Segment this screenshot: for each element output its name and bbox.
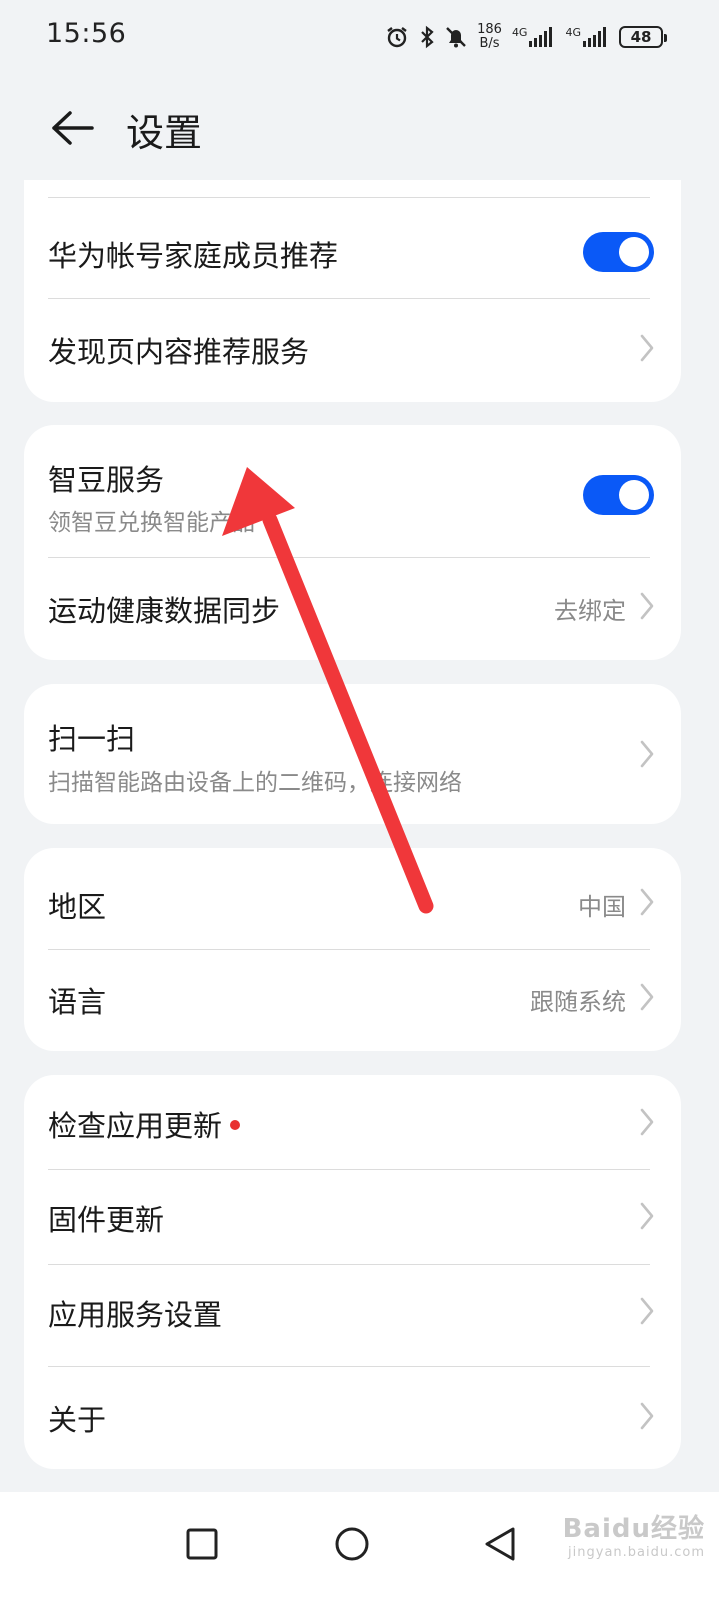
settings-card-region: 地区 中国 语言 跟随系统 [24, 848, 681, 1051]
watermark-main: Baidu经验 [562, 1514, 705, 1544]
row-label: 扫一扫 [48, 722, 136, 756]
chevron-right-icon [640, 334, 654, 362]
back-button[interactable] [44, 102, 100, 154]
navigation-bar: Baidu经验 jingyan.baidu.com [0, 1492, 719, 1600]
row-value: 中国 [578, 893, 626, 921]
row-label: 地区 [48, 890, 107, 924]
settings-card-recommendations: 华为帐号家庭成员推荐 发现页内容推荐服务 [24, 180, 681, 402]
row-label: 语言 [48, 985, 107, 1019]
app-service-settings-row[interactable]: 应用服务设置 [24, 1265, 681, 1366]
watermark-sub: jingyan.baidu.com [568, 1545, 705, 1560]
recent-apps-button[interactable] [170, 1512, 234, 1576]
firmware-update-row[interactable]: 固件更新 [24, 1170, 681, 1264]
page-title: 设置 [126, 111, 203, 155]
battery-icon: 48 [619, 26, 667, 48]
family-member-recommendation-row[interactable]: 华为帐号家庭成员推荐 [24, 198, 681, 298]
chevron-right-icon [640, 1297, 654, 1325]
chevron-right-icon [640, 888, 654, 916]
language-row[interactable]: 语言 跟随系统 [24, 950, 681, 1050]
health-data-sync-row[interactable]: 运动健康数据同步 去绑定 [24, 558, 681, 658]
baidu-watermark: Baidu经验 jingyan.baidu.com [563, 1508, 705, 1560]
row-label-text: 检查应用更新 [48, 1109, 223, 1143]
settings-card-updates: 检查应用更新 固件更新 应用服务设置 关于 [24, 1075, 681, 1469]
recent-apps-icon [186, 1528, 218, 1560]
about-row[interactable]: 关于 [24, 1367, 681, 1467]
zhidou-service-row[interactable]: 智豆服务 领智豆兑换智能产品 [24, 425, 681, 557]
signal-icon: 4G [565, 27, 609, 47]
row-sublabel: 扫描智能路由设备上的二维码，连接网络 [48, 770, 462, 796]
chevron-right-icon [640, 1402, 654, 1430]
status-time: 15:56 [46, 18, 127, 49]
back-nav-button[interactable] [468, 1512, 532, 1576]
discover-content-recommendation-row[interactable]: 发现页内容推荐服务 [24, 299, 681, 395]
row-sublabel: 领智豆兑换智能产品 [48, 510, 255, 536]
toggle-knob [619, 480, 649, 510]
settings-card-scan: 扫一扫 扫描智能路由设备上的二维码，连接网络 [24, 684, 681, 824]
row-label: 检查应用更新 [48, 1103, 241, 1145]
home-icon [335, 1527, 369, 1561]
app-header: 设置 [0, 80, 719, 176]
scan-row[interactable]: 扫一扫 扫描智能路由设备上的二维码，连接网络 [24, 684, 681, 824]
net-speed: 186 B/s [477, 22, 502, 51]
settings-card-services: 智豆服务 领智豆兑换智能产品 运动健康数据同步 去绑定 [24, 425, 681, 660]
chevron-right-icon [640, 1108, 654, 1136]
row-value: 跟随系统 [530, 988, 626, 1016]
row-label: 运动健康数据同步 [48, 594, 281, 628]
back-arrow-icon [52, 111, 94, 145]
row-label: 关于 [48, 1403, 107, 1437]
chevron-right-icon [640, 740, 654, 768]
update-badge-dot [230, 1120, 241, 1130]
row-label: 固件更新 [48, 1203, 165, 1237]
chevron-right-icon [640, 1202, 654, 1230]
mute-bell-icon [445, 25, 467, 49]
status-icons: 186 B/s 4G 4G 48 [385, 20, 667, 54]
row-label: 应用服务设置 [48, 1298, 223, 1332]
alarm-icon [385, 25, 409, 49]
bluetooth-icon [419, 25, 435, 49]
signal-icon: 4G [512, 27, 556, 47]
chevron-right-icon [640, 983, 654, 1011]
row-label: 华为帐号家庭成员推荐 [48, 239, 339, 273]
row-label: 智豆服务 [48, 463, 165, 497]
chevron-right-icon [640, 592, 654, 620]
row-label: 发现页内容推荐服务 [48, 335, 310, 369]
family-recommendation-toggle[interactable] [583, 232, 654, 272]
home-button[interactable] [320, 1512, 384, 1576]
toggle-knob [619, 237, 649, 267]
row-value: 去绑定 [554, 597, 626, 625]
zhidou-service-toggle[interactable] [583, 475, 654, 515]
status-bar: 15:56 186 B/s 4G 4G 48 [0, 0, 719, 76]
check-app-update-row[interactable]: 检查应用更新 [24, 1075, 681, 1169]
region-row[interactable]: 地区 中国 [24, 848, 681, 949]
back-triangle-icon [485, 1527, 515, 1561]
